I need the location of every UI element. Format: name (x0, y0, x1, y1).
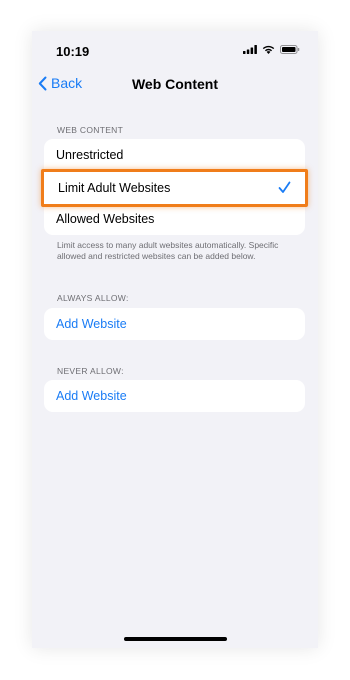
never-allow-header: NEVER ALLOW: (57, 366, 124, 376)
cellular-signal-icon (243, 45, 257, 54)
option-unrestricted[interactable]: Unrestricted (44, 139, 305, 171)
web-content-footer: Limit access to many adult websites auto… (57, 240, 279, 261)
system-icons (243, 45, 300, 54)
add-website-label: Add Website (56, 389, 127, 403)
always-allow-header: ALWAYS ALLOW: (57, 293, 129, 303)
phone-screen: 10:19 Back Web Content WEB CONTENT Unres… (32, 31, 318, 648)
never-allow-group: Add Website (44, 380, 305, 412)
checkmark-icon (278, 181, 291, 193)
always-allow-group: Add Website (44, 308, 305, 340)
navigation-bar: Back Web Content (32, 71, 318, 99)
page-title: Web Content (131, 76, 219, 92)
battery-icon (280, 45, 300, 54)
add-website-label: Add Website (56, 317, 127, 331)
option-allowed-websites[interactable]: Allowed Websites (44, 203, 305, 235)
never-allow-add-website-button[interactable]: Add Website (44, 380, 305, 412)
status-bar: 10:19 (32, 31, 318, 71)
always-allow-add-website-button[interactable]: Add Website (44, 308, 305, 340)
option-limit-adult-websites[interactable]: Limit Adult Websites (41, 169, 308, 207)
option-label: Unrestricted (56, 148, 124, 162)
web-content-header: WEB CONTENT (57, 125, 124, 135)
option-label: Limit Adult Websites (58, 181, 171, 195)
home-indicator[interactable] (124, 637, 227, 641)
wifi-icon (262, 45, 275, 54)
status-time: 10:19 (56, 44, 90, 59)
option-label: Allowed Websites (56, 212, 155, 226)
